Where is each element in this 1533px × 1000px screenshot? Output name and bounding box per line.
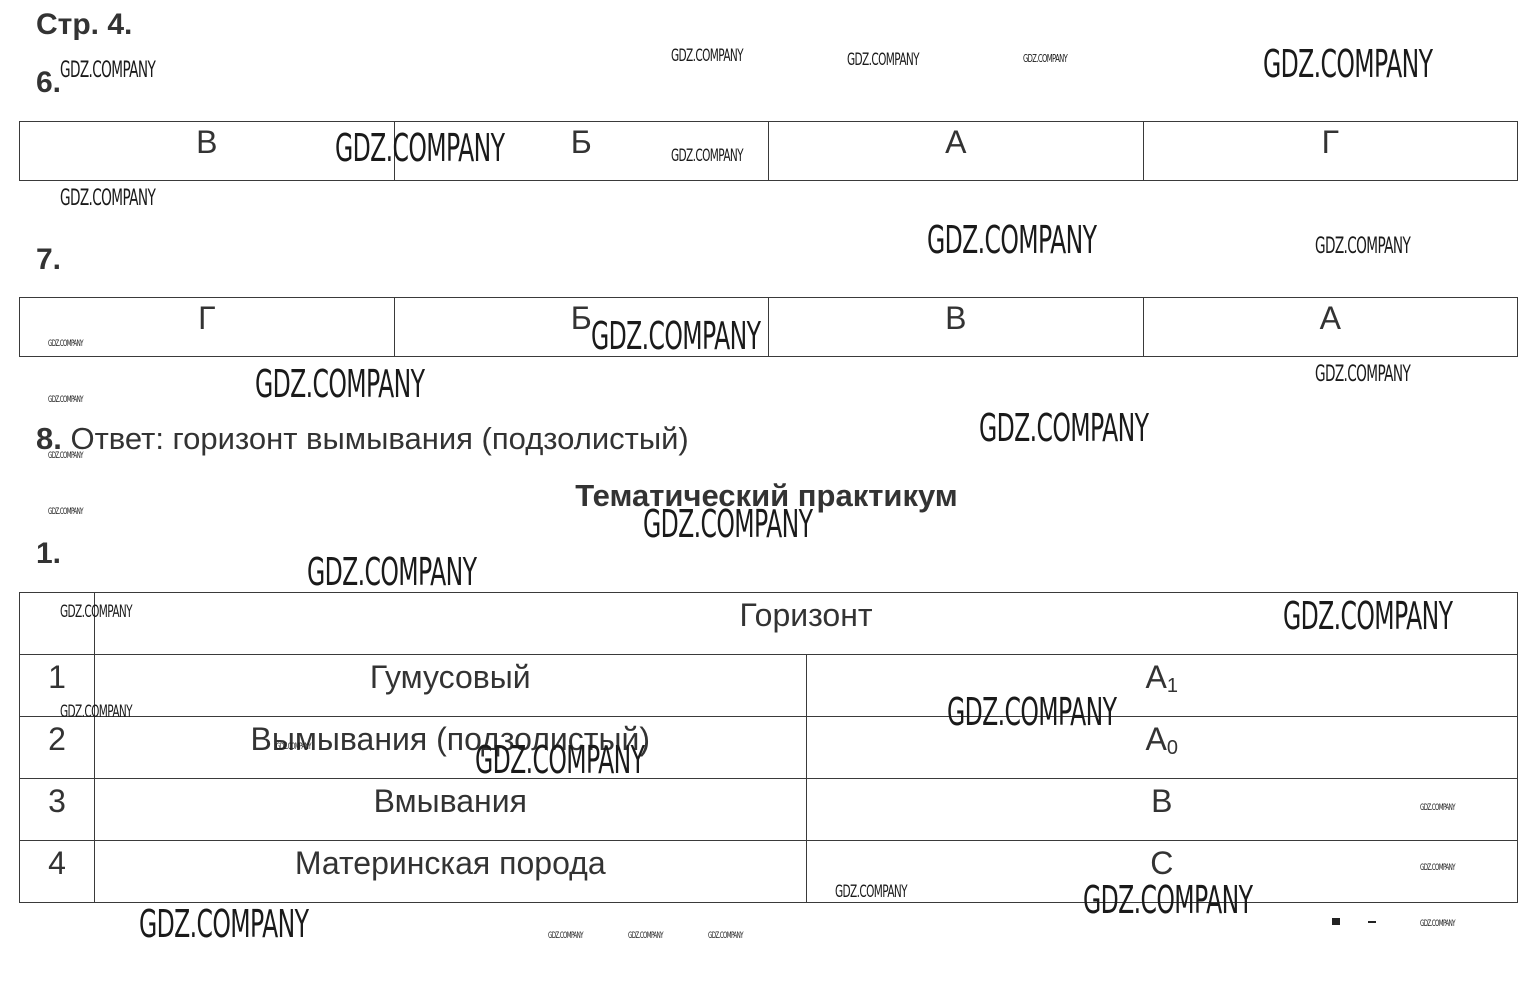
row-horizon-code: B <box>805 778 1518 841</box>
code-letter: A <box>1145 721 1167 757</box>
row-horizon-name: Вмывания <box>94 778 807 841</box>
scan-mark <box>1332 918 1340 925</box>
watermark: GDZ.COMPANY <box>48 395 84 405</box>
watermark: GDZ.COMPANY <box>60 58 156 83</box>
code-letter: A <box>1145 659 1167 695</box>
watermark: GDZ.COMPANY <box>1420 863 1456 873</box>
row-horizon-name: Материнская порода <box>94 840 807 903</box>
watermark: GDZ.COMPANY <box>1315 234 1411 259</box>
table-row: Г Б В А <box>19 297 1518 357</box>
task-7-cell: А <box>1142 297 1518 357</box>
horizons-table: Горизонт 1 Гумусовый A1 2 Вымывания (под… <box>19 592 1518 903</box>
watermark: GDZ.COMPANY <box>708 931 744 941</box>
row-horizon-name: Вымывания (подзолистый) <box>94 716 807 779</box>
watermark: GDZ.COMPANY <box>139 902 309 946</box>
watermark: GDZ.COMPANY <box>1420 919 1456 929</box>
watermark: GDZ.COMPANY <box>307 550 477 594</box>
task-6-cell: А <box>768 121 1144 181</box>
table-row: 3 Вмывания B <box>19 778 1518 841</box>
watermark: GDZ.COMPANY <box>60 702 133 722</box>
table-row: 2 Вымывания (подзолистый) A0 <box>19 716 1518 779</box>
watermark: GDZ.COMPANY <box>671 146 744 166</box>
watermark: GDZ.COMPANY <box>628 931 664 941</box>
page-header: Стр. 4. <box>36 8 133 41</box>
row-index: 4 <box>19 840 95 903</box>
scan-mark <box>1368 921 1376 923</box>
row-index: 3 <box>19 778 95 841</box>
watermark: GDZ.COMPANY <box>48 339 84 349</box>
task-7-answer-table: Г Б В А <box>19 297 1518 357</box>
code-subscript: 0 <box>1166 737 1178 759</box>
watermark: GDZ.COMPANY <box>255 362 425 406</box>
watermark: GDZ.COMPANY <box>1315 362 1411 387</box>
row-horizon-code: A0 <box>805 716 1518 779</box>
watermark: GDZ.COMPANY <box>335 126 505 170</box>
task-7-number: 7. <box>36 243 62 276</box>
watermark: GDZ.COMPANY <box>548 931 584 941</box>
code-subscript: 1 <box>1166 675 1178 697</box>
practicum-1-number: 1. <box>36 537 62 570</box>
table-row: В Б А Г <box>19 121 1518 181</box>
watermark: GDZ.COMPANY <box>591 314 761 358</box>
watermark: GDZ.COMPANY <box>927 218 1097 262</box>
watermark: GDZ.COMPANY <box>60 602 133 622</box>
watermark: GDZ.COMPANY <box>48 507 84 517</box>
row-horizon-name: Гумусовый <box>94 654 807 717</box>
task-7-cell: В <box>768 297 1144 357</box>
watermark: GDZ.COMPANY <box>1283 594 1453 638</box>
watermark: GDZ.COMPANY <box>947 690 1117 734</box>
task-8-answer: 8. Ответ: горизонт вымывания (подзолисты… <box>36 421 689 457</box>
code-letter: C <box>1150 845 1174 881</box>
watermark: GDZ.COMPANY <box>979 406 1149 450</box>
row-index: 2 <box>19 716 95 779</box>
code-letter: B <box>1151 783 1173 819</box>
watermark: GDZ.COMPANY <box>1420 803 1456 813</box>
task-8-text: Ответ: горизонт вымывания (подзолистый) <box>70 421 689 456</box>
task-6-number: 6. <box>36 66 62 99</box>
table-row: 4 Материнская порода C <box>19 840 1518 903</box>
table-row: 1 Гумусовый A1 <box>19 654 1518 717</box>
watermark: GDZ.COMPANY <box>1023 52 1068 65</box>
task-6-answer-table: В Б А Г <box>19 121 1518 181</box>
watermark: GDZ.COMPANY <box>276 742 312 752</box>
watermark: GDZ.COMPANY <box>1083 878 1253 922</box>
watermark: GDZ.COMPANY <box>475 738 645 782</box>
watermark: GDZ.COMPANY <box>1263 42 1433 86</box>
watermark: GDZ.COMPANY <box>60 186 156 211</box>
row-horizon-code: A1 <box>805 654 1518 717</box>
watermark: GDZ.COMPANY <box>835 882 908 902</box>
watermark: GDZ.COMPANY <box>847 50 920 70</box>
watermark: GDZ.COMPANY <box>48 451 84 461</box>
watermark: GDZ.COMPANY <box>671 46 744 66</box>
watermark: GDZ.COMPANY <box>643 502 813 546</box>
task-6-cell: Г <box>1142 121 1518 181</box>
